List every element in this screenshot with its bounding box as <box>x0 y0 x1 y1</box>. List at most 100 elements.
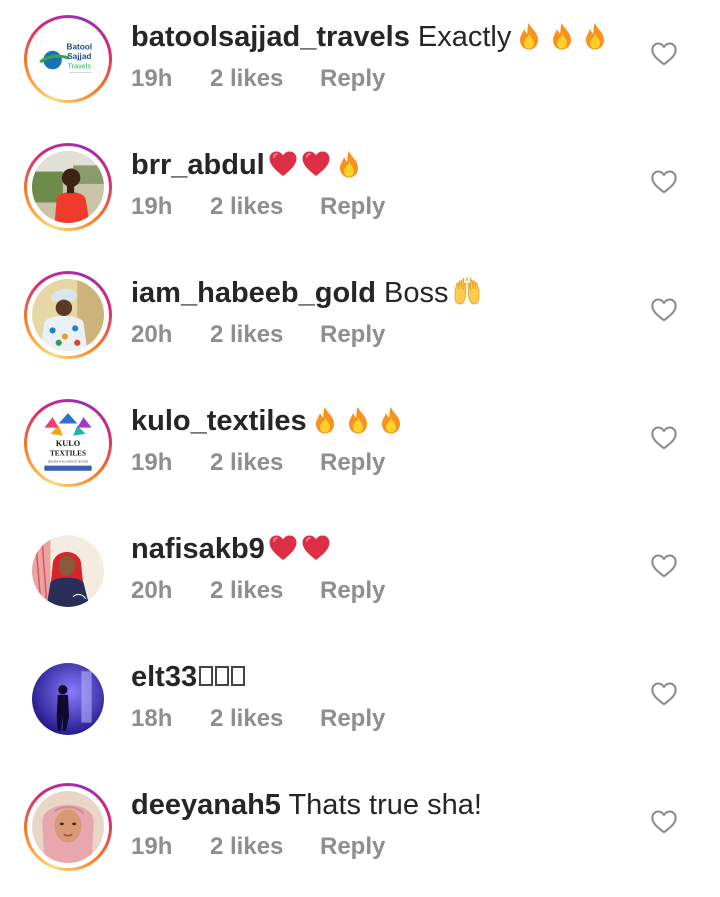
avatar-story-ring[interactable] <box>24 271 112 359</box>
comment-timestamp: 20h <box>131 321 173 348</box>
silhouette-purple-light-photo <box>32 663 104 735</box>
comment-item: KULO TEXTILES DEALERS IN ALL KINDS OF TEXT… <box>0 384 720 512</box>
comment-username[interactable]: deeyanah5 <box>131 789 281 821</box>
comment-username[interactable]: kulo_textiles <box>131 405 307 437</box>
comment-item: Batool Sajjad Travels batoolsajjad_travels … <box>0 0 720 128</box>
comment-meta: 19h 2 likes Reply <box>131 64 385 94</box>
kulo-textiles-logo: KULO TEXTILES DEALERS IN ALL KINDS OF TEXT… <box>32 407 104 479</box>
comment-meta: 19h 2 likes Reply <box>131 192 385 222</box>
fire-emoji <box>547 21 577 51</box>
svg-text:Travels: Travels <box>68 61 92 70</box>
batool-sajjad-logo: Batool Sajjad Travels <box>32 23 104 95</box>
reply-button[interactable]: Reply <box>320 448 385 478</box>
fire-emoji <box>376 405 406 435</box>
reply-button[interactable]: Reply <box>320 64 385 94</box>
comment-body: Boss <box>384 277 449 309</box>
comment-list: Batool Sajjad Travels batoolsajjad_travels … <box>0 0 720 897</box>
red-heart-emoji <box>301 149 331 179</box>
missing-glyph <box>215 666 230 686</box>
avatar-gap: KULO TEXTILES DEALERS IN ALL KINDS OF TEXT… <box>27 402 109 484</box>
comment-like-count[interactable]: 2 likes <box>210 576 320 606</box>
avatar-story-ring[interactable] <box>24 143 112 231</box>
comment-timestamp: 19h <box>131 193 173 220</box>
person-patterned-shirt-photo <box>32 279 104 351</box>
svg-text:KULO: KULO <box>56 439 80 448</box>
avatar-story-ring[interactable]: KULO TEXTILES DEALERS IN ALL KINDS OF TEXT… <box>24 399 112 487</box>
comment-meta: 20h 2 likes Reply <box>131 320 385 350</box>
comment-username[interactable]: brr_abdul <box>131 149 265 181</box>
comment-timestamp: 19h <box>131 65 173 92</box>
person-pink-hijab-photo <box>32 791 104 863</box>
comment-text-line: nafisakb9 <box>131 531 331 567</box>
heart-outline-icon[interactable] <box>651 298 677 322</box>
comment-text-line: brr_abdul <box>131 147 364 183</box>
comment-text-line: elt33 <box>131 659 246 695</box>
missing-glyph <box>231 666 246 686</box>
comment-item: elt33 18h 2 likes Reply <box>0 640 720 768</box>
svg-text:Batool: Batool <box>67 43 93 52</box>
heart-outline-icon[interactable] <box>651 170 677 194</box>
avatar-gap <box>27 786 109 868</box>
heart-outline-icon[interactable] <box>651 426 677 450</box>
comment-like-count[interactable]: 2 likes <box>210 448 320 478</box>
comment-like-count[interactable]: 2 likes <box>210 832 320 862</box>
comment-text-line: deeyanah5 Thats true sha! <box>131 787 482 823</box>
person-red-hijab-photo <box>32 535 104 607</box>
reply-button[interactable]: Reply <box>320 192 385 222</box>
fire-emoji <box>514 21 544 51</box>
comment-like-count[interactable]: 2 likes <box>210 192 320 222</box>
svg-text:Sajjad: Sajjad <box>67 52 91 61</box>
heart-outline-icon[interactable] <box>651 682 677 706</box>
missing-glyph <box>199 666 214 686</box>
comment-timestamp: 19h <box>131 833 173 860</box>
heart-outline-icon[interactable] <box>651 810 677 834</box>
comment-username[interactable]: batoolsajjad_travels <box>131 21 410 53</box>
person-red-shirt-photo <box>32 151 104 223</box>
avatar-story-ring[interactable] <box>24 783 112 871</box>
comment-username[interactable]: iam_habeeb_gold <box>131 277 376 309</box>
comment-text-line: iam_habeeb_gold Boss <box>131 275 482 311</box>
raising-hands-emoji <box>452 277 482 307</box>
comment-timestamp: 19h <box>131 449 173 476</box>
reply-button[interactable]: Reply <box>320 832 385 862</box>
fire-emoji <box>343 405 373 435</box>
reply-button[interactable]: Reply <box>320 320 385 350</box>
avatar-gap: Batool Sajjad Travels <box>27 18 109 100</box>
avatar-gap <box>27 274 109 356</box>
comment-text-line: batoolsajjad_travels Exactly <box>131 19 610 55</box>
svg-text:TEXTILES: TEXTILES <box>50 449 86 457</box>
comment-meta: 18h 2 likes Reply <box>131 704 385 734</box>
comment-body: Thats true sha! <box>288 789 482 821</box>
comment-like-count[interactable]: 2 likes <box>210 64 320 94</box>
comment-item: deeyanah5 Thats true sha! 19h 2 likes Reply <box>0 768 720 896</box>
comment-item: brr_abdul 19h 2 likes Reply <box>0 128 720 256</box>
red-heart-emoji <box>301 533 331 563</box>
comment-item: iam_habeeb_gold Boss 20h 2 likes Reply <box>0 256 720 384</box>
comment-meta: 19h 2 likes Reply <box>131 448 385 478</box>
comment-meta: 20h 2 likes Reply <box>131 576 385 606</box>
comment-body: Exactly <box>417 21 512 53</box>
red-heart-emoji <box>268 533 298 563</box>
comment-like-count[interactable]: 2 likes <box>210 704 320 734</box>
heart-outline-icon[interactable] <box>651 42 677 66</box>
comment-username[interactable]: nafisakb9 <box>131 533 265 565</box>
reply-button[interactable]: Reply <box>320 576 385 606</box>
avatar[interactable] <box>24 655 112 743</box>
heart-outline-icon[interactable] <box>651 554 677 578</box>
avatar[interactable] <box>24 527 112 615</box>
comment-text-line: kulo_textiles <box>131 403 406 439</box>
comment-timestamp: 20h <box>131 577 173 604</box>
comment-username[interactable]: elt33 <box>131 661 197 693</box>
comment-meta: 19h 2 likes Reply <box>131 832 385 862</box>
red-heart-emoji <box>268 149 298 179</box>
fire-emoji <box>310 405 340 435</box>
comment-timestamp: 18h <box>131 705 173 732</box>
avatar-story-ring[interactable]: Batool Sajjad Travels <box>24 15 112 103</box>
avatar-gap <box>27 146 109 228</box>
comment-like-count[interactable]: 2 likes <box>210 320 320 350</box>
fire-emoji <box>334 149 364 179</box>
comment-item: nafisakb9 20h 2 likes Reply <box>0 512 720 640</box>
reply-button[interactable]: Reply <box>320 704 385 734</box>
svg-text:DEALERS IN ALL KINDS OF TEXTIL: DEALERS IN ALL KINDS OF TEXTILES <box>48 461 89 464</box>
fire-emoji <box>580 21 610 51</box>
